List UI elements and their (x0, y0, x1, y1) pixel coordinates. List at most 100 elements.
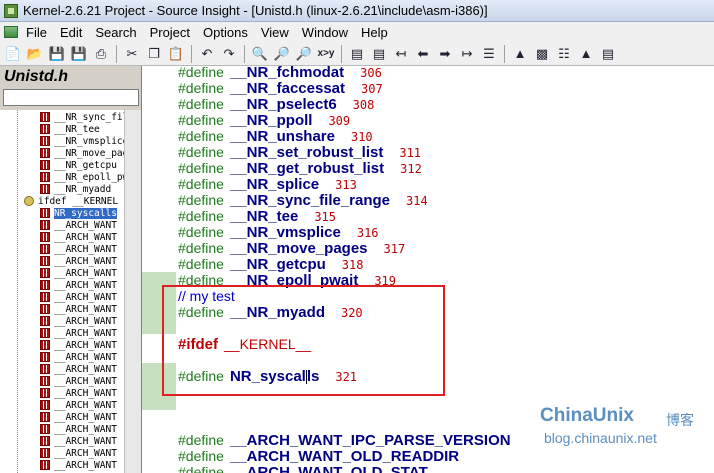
symbol-list-item[interactable]: __ARCH_WANT (40, 387, 117, 399)
conditional-icon (24, 196, 34, 206)
symbol-label: __ARCH_WANT (54, 447, 117, 459)
symbol-list-item[interactable]: __NR_epoll_pwa (40, 171, 124, 183)
code-line: #define __NR_vmsplice 316 (178, 224, 379, 241)
symbol-list-item[interactable]: __NR_move_page (40, 147, 124, 159)
new-file-icon[interactable]: 📄 (2, 44, 24, 64)
symbol-label: __NR_sync_file (54, 111, 124, 123)
symbol-list-item[interactable]: __ARCH_WANT (40, 375, 117, 387)
symbol-list-item[interactable]: __NR_getcpu (40, 159, 117, 171)
menu-help[interactable]: Help (361, 25, 388, 40)
symbol-list-item[interactable]: __NR_tee (40, 123, 100, 135)
define-icon (40, 364, 50, 374)
annotation-highlight-box (162, 285, 445, 396)
bookmark-prev-icon[interactable]: ▤ (346, 44, 368, 64)
symbol-search-input[interactable] (3, 89, 139, 106)
symbol-list-item[interactable]: __ARCH_WANT (40, 363, 117, 375)
define-value: 314 (406, 194, 428, 208)
redo-icon[interactable]: ↷ (218, 44, 240, 64)
symbol-label: __ARCH_WANT (54, 231, 117, 243)
symbol-list-item[interactable]: __ARCH_WANT (40, 423, 117, 435)
symbol-list-item[interactable]: __ARCH_WANT (40, 447, 117, 459)
jump-prev-icon[interactable]: ↤ (390, 44, 412, 64)
symbol-label: __ARCH_WANT (54, 411, 117, 423)
symbol-window-icon[interactable]: ☰ (478, 44, 500, 64)
open-file-icon[interactable]: 📂 (24, 44, 46, 64)
menu-options[interactable]: Options (203, 25, 248, 40)
symbol-list-item[interactable]: __NR_myadd (40, 183, 111, 195)
symbol-label: __ARCH_WANT (54, 399, 117, 411)
symbol-label: __NR_myadd (54, 183, 112, 195)
define-value: 307 (361, 82, 383, 96)
menu-view[interactable]: View (261, 25, 289, 40)
symbol-list-scrollbar[interactable] (124, 110, 141, 473)
define-icon (40, 352, 50, 362)
symbol-list-item[interactable]: __ARCH_WANT (40, 351, 117, 363)
symbol-list-item[interactable]: __ARCH_WANT (40, 279, 117, 291)
toolbar-separator (504, 44, 505, 63)
relation-icon[interactable]: ▩ (531, 44, 553, 64)
symbol-list-item[interactable]: __ARCH_WANT (40, 399, 117, 411)
define-keyword: #define (178, 176, 224, 192)
define-keyword: #define (178, 80, 224, 96)
symbol-list-item[interactable]: NR_syscalls (40, 207, 117, 219)
symbol-list[interactable]: __NR_sync_file__NR_tee__NR_vmsplice__NR_… (0, 110, 124, 473)
code-line: #define __ARCH_WANT_OLD_STAT (178, 464, 428, 473)
browse-icon[interactable]: ▲ (509, 44, 531, 64)
define-icon (40, 124, 50, 134)
save-all-icon[interactable]: 💾 (68, 44, 90, 64)
replace-icon[interactable]: x>y (315, 44, 337, 64)
menu-window[interactable]: Window (302, 25, 348, 40)
project-icon[interactable]: ▲ (575, 44, 597, 64)
symbol-label: __ARCH_WANT (54, 327, 117, 339)
find-prev-icon[interactable]: 🔎 (271, 44, 293, 64)
menu-edit[interactable]: Edit (60, 25, 82, 40)
symbol-list-item[interactable]: __ARCH_WANT (40, 411, 117, 423)
menu-search[interactable]: Search (95, 25, 136, 40)
symbol-list-item[interactable]: ifdef __KERNEL (24, 195, 118, 207)
undo-icon[interactable]: ↶ (196, 44, 218, 64)
define-icon (40, 340, 50, 350)
paste-icon[interactable]: 📋 (165, 44, 187, 64)
symbol-list-item[interactable]: __ARCH_WANT (40, 267, 117, 279)
menu-project[interactable]: Project (150, 25, 190, 40)
symbol-list-item[interactable]: __ARCH_WANT (40, 339, 117, 351)
define-icon (40, 160, 50, 170)
symbol-list-item[interactable]: __ARCH_WANT (40, 255, 117, 267)
symbol-list-item[interactable]: __ARCH_WANT (40, 291, 117, 303)
print-icon[interactable]: ⎙ (90, 44, 112, 64)
copy-icon[interactable]: ❐ (143, 44, 165, 64)
symbol-list-item[interactable]: __ARCH_WANT (40, 243, 117, 255)
symbol-list-item[interactable]: __ARCH_WANT (40, 303, 117, 315)
define-icon (40, 280, 50, 290)
find-next-icon[interactable]: 🔎 (293, 44, 315, 64)
find-icon[interactable]: 🔍 (249, 44, 271, 64)
symbol-list-item[interactable]: __ARCH_WANT (40, 435, 117, 447)
bookmark-next-icon[interactable]: ▤ (368, 44, 390, 64)
symbol-name: __NR_tee (229, 208, 299, 225)
define-icon (40, 172, 50, 182)
jump-next-icon[interactable]: ↦ (456, 44, 478, 64)
symbol-list-item[interactable]: __NR_sync_file (40, 111, 124, 123)
symbol-list-item[interactable]: __ARCH_WANT (40, 315, 117, 327)
define-icon (40, 316, 50, 326)
toolbar-separator (116, 44, 117, 63)
define-keyword: #define (178, 112, 224, 128)
references-icon[interactable]: ☷ (553, 44, 575, 64)
symbol-list-item[interactable]: __NR_vmsplice (40, 135, 124, 147)
menu-file[interactable]: File (26, 25, 47, 40)
symbol-list-item[interactable]: __ARCH_WANT (40, 459, 117, 471)
jump-forward-icon[interactable]: ➡ (434, 44, 456, 64)
define-value: 315 (314, 210, 336, 224)
symbol-list-item[interactable]: __ARCH_WANT (40, 327, 117, 339)
symbol-label: __ARCH_WANT (54, 219, 117, 231)
save-icon[interactable]: 💾 (46, 44, 68, 64)
system-menu-icon[interactable] (4, 26, 18, 38)
app-icon (4, 3, 18, 18)
jump-back-icon[interactable]: ⬅ (412, 44, 434, 64)
cut-icon[interactable]: ✂ (121, 44, 143, 64)
editor-gutter (142, 66, 176, 473)
symbol-list-item[interactable]: __ARCH_WANT (40, 231, 117, 243)
symbol-list-item[interactable]: __ARCH_WANT (40, 219, 117, 231)
project-icon[interactable]: ▤ (597, 44, 619, 64)
define-icon (40, 376, 50, 386)
